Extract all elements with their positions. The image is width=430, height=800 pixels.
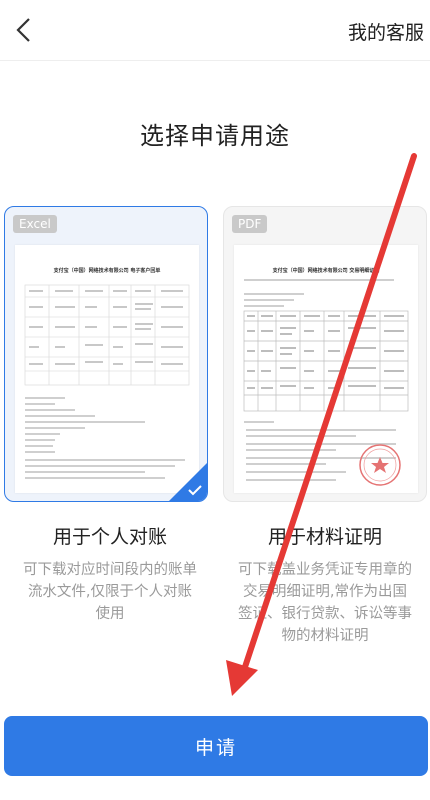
header-bar: 我的客服	[0, 0, 430, 61]
desc-line: 可下载对应时间段内的账单	[23, 562, 197, 578]
desc-line: 交易明细证明,常作为出国	[242, 584, 408, 600]
option-label-certificate: 用于材料证明	[267, 526, 382, 548]
desc-line: 签证、银行贷款、诉讼等事	[238, 606, 412, 622]
file-type-tag: PDF	[232, 215, 268, 233]
option-label-personal: 用于个人对账	[52, 526, 167, 548]
option-card-personal[interactable]: Excel 支付宝（中国）网络技术有限公司 电子客户回单	[4, 206, 208, 502]
option-desc-personal: 可下载对应时间段内的账单 流水文件,仅限于个人对账 使用	[4, 559, 216, 625]
apply-button[interactable]: 申请	[4, 716, 428, 776]
option-desc-certificate: 可下载盖业务凭证专用章的 交易明细证明,常作为出国 签证、银行贷款、诉讼等事 物…	[223, 559, 427, 647]
check-icon	[188, 485, 202, 496]
document-preview: 支付宝（中国）网络技术有限公司 交易明细证明	[234, 245, 418, 493]
page-title: 选择申请用途	[140, 122, 290, 150]
document-preview: 支付宝（中国）网络技术有限公司 电子客户回单	[15, 245, 199, 493]
customer-service-link[interactable]: 我的客服	[348, 18, 424, 45]
chevron-left-icon	[16, 18, 30, 42]
desc-line: 物的材料证明	[281, 628, 369, 644]
file-type-tag: Excel	[13, 215, 57, 233]
option-card-certificate[interactable]: PDF 支付宝（中国）网络技术有限公司 交易明细证明	[223, 206, 427, 502]
document-table-illustration	[243, 279, 409, 486]
desc-line: 流水文件,仅限于个人对账	[27, 584, 193, 600]
desc-line: 使用	[95, 606, 125, 622]
desc-line: 可下载盖业务凭证专用章的	[238, 562, 412, 578]
back-button[interactable]	[4, 10, 44, 50]
document-table-illustration	[24, 284, 190, 479]
